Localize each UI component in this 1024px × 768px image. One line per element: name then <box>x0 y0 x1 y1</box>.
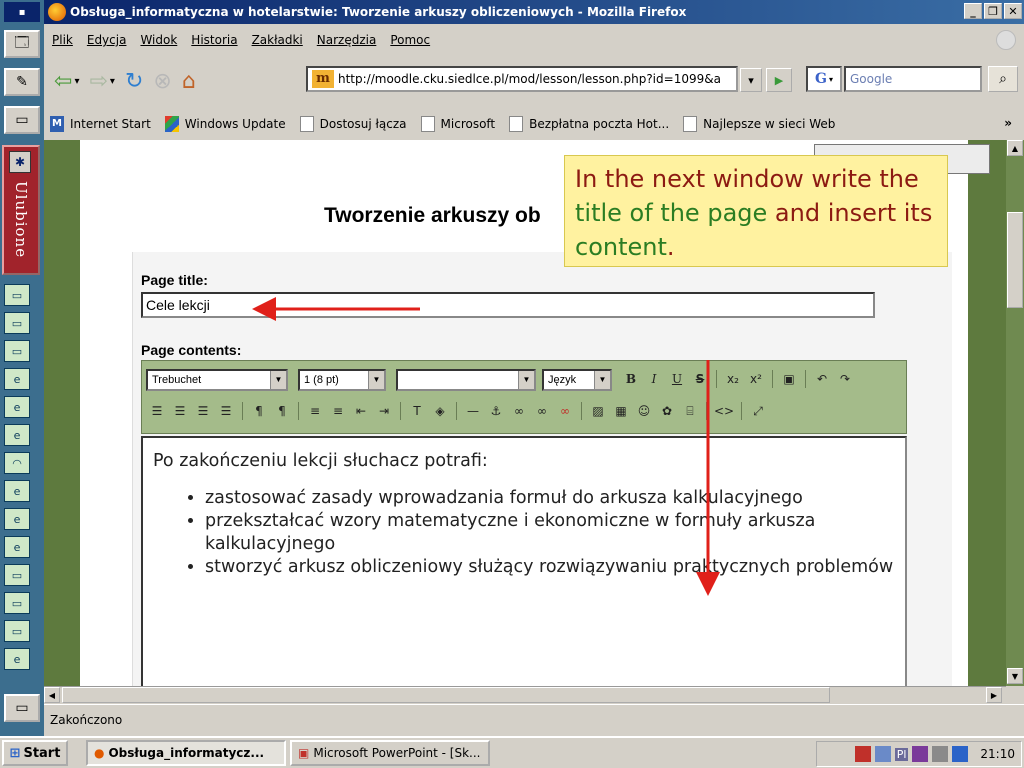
system-tray: Pl 21:10 <box>816 741 1022 767</box>
network-tray-icon[interactable] <box>874 746 891 762</box>
scroll-down-arrow-icon[interactable]: ▼ <box>1007 668 1023 684</box>
wireless-tray-icon[interactable] <box>952 746 969 762</box>
windows-taskbar: ⊞ Start ● Obsługa_informatycz... ▣ Microsof… <box>0 736 1024 768</box>
windows-flag-icon: ⊞ <box>9 745 21 761</box>
status-bar: Zakończono <box>44 704 1024 734</box>
vertical-scroll-thumb[interactable] <box>1007 212 1023 308</box>
scroll-up-arrow-icon[interactable]: ▲ <box>1007 140 1023 156</box>
antivirus-tray-icon[interactable] <box>854 746 871 762</box>
scroll-left-arrow-icon[interactable]: ◀ <box>44 687 60 703</box>
start-button[interactable]: ⊞ Start <box>2 740 68 766</box>
horizontal-scroll-thumb[interactable] <box>62 687 830 703</box>
clock: 21:10 <box>980 747 1015 761</box>
taskbar-firefox-window[interactable]: ● Obsługa_informatycz... <box>86 740 286 766</box>
printer-tray-icon[interactable] <box>932 746 949 762</box>
firefox-icon: ● <box>94 746 105 760</box>
vertical-scrollbar[interactable]: ▲ ▼ <box>1006 140 1024 686</box>
powerpoint-icon: ▣ <box>298 746 310 760</box>
messenger-tray-icon[interactable] <box>912 746 929 762</box>
annotation-arrows <box>252 297 720 596</box>
status-text: Zakończono <box>50 712 123 727</box>
language-indicator[interactable]: Pl <box>894 747 909 761</box>
taskbar-powerpoint-window[interactable]: ▣ Microsoft PowerPoint - [Sk... <box>290 740 490 766</box>
scroll-right-arrow-icon[interactable]: ▶ <box>986 687 1002 703</box>
horizontal-scrollbar[interactable]: ◀ ▶ <box>44 686 1006 704</box>
instruction-callout: In the next window write the title of th… <box>564 155 948 267</box>
